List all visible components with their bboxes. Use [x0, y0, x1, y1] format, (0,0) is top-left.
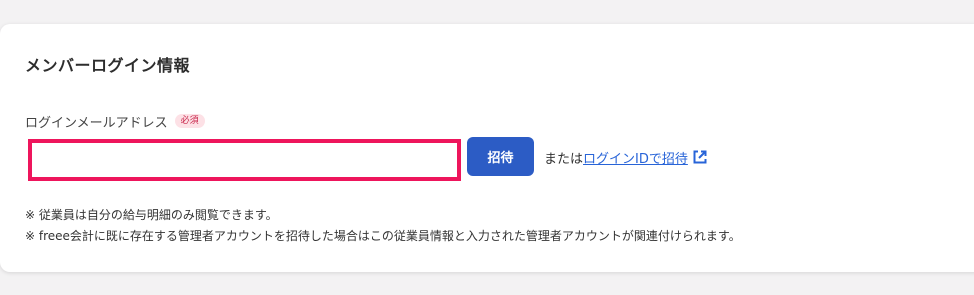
email-field-label: ログインメールアドレス: [25, 115, 168, 131]
section-title: メンバーログイン情報: [25, 56, 191, 75]
invite-button[interactable]: 招待: [467, 137, 534, 176]
alternative-prefix: または: [544, 151, 584, 167]
alternative-invite-row: または ログインIDで招待: [544, 147, 708, 167]
note-line: ※ 従業員は自分の給与明細のみ閲覧できます。: [25, 208, 278, 222]
email-label-row: ログインメールアドレス 必須: [25, 112, 205, 131]
external-link-icon[interactable]: [692, 149, 708, 165]
notes: ※ 従業員は自分の給与明細のみ閲覧できます。 ※ freee会計に既に存在する管…: [25, 205, 741, 247]
note-line: ※ freee会計に既に存在する管理者アカウントを招待した場合はこの従業員情報と…: [25, 229, 741, 243]
invite-by-login-id-link[interactable]: ログインIDで招待: [583, 148, 688, 167]
login-email-input[interactable]: [32, 143, 457, 177]
required-badge: 必須: [174, 114, 205, 128]
email-input-highlight: [28, 139, 461, 181]
